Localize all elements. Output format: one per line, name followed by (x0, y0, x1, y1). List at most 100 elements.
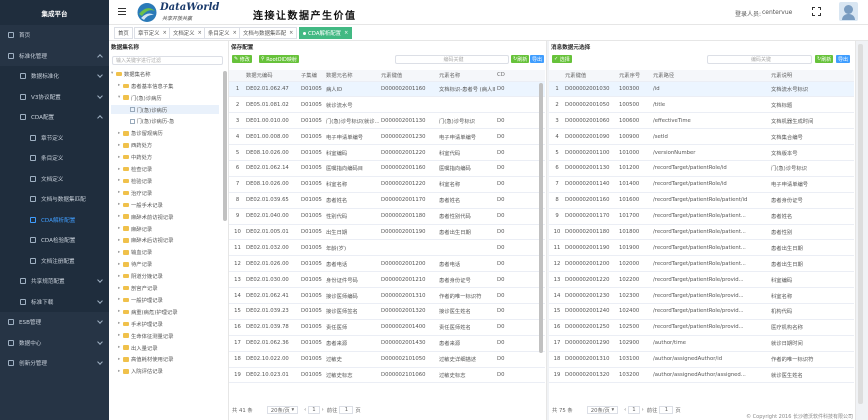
table-row[interactable]: 19 DE02.10.023.01 D01005 过敏史标志 D000002101060… (229, 367, 545, 384)
tree-node[interactable]: ▸ 入院评估记录 (111, 367, 163, 377)
table-row[interactable]: 7 DE08.10.026.00 D01005 科室名称 D000002001220 科室… (229, 176, 545, 193)
menu-toggle-icon[interactable] (118, 8, 126, 15)
table-row[interactable]: 15 DE02.01.039.23 D01005 接诊医师签名 D00000200132… (229, 303, 545, 320)
table-row[interactable]: 8 D000002001160 101600/recordTarget/patien… (549, 192, 854, 209)
edit-button[interactable]: ✎ 修改 (232, 55, 252, 63)
tree-node[interactable]: ▸ 检验记录 (111, 176, 152, 186)
table-row[interactable]: 11 DE02.01.032.00 D01005 年龄(岁) D0 (229, 239, 545, 257)
tree-node[interactable]: ▸ 治疗记录 (111, 188, 152, 198)
tree-node[interactable]: ▸ 高值耗材使用记录 (111, 355, 173, 365)
tree-node[interactable]: ▸ 一般手术记录 (111, 200, 163, 210)
table-row[interactable]: 13 DE02.01.030.00 D01005 身份证件号码 D00000200121… (229, 271, 545, 289)
column-header[interactable] (229, 70, 244, 82)
table-row[interactable]: 5 D000002001100 101000/versionNumber 文档版本号 (549, 144, 854, 161)
tree-node[interactable]: ▸ 阴道分娩记录 (111, 271, 163, 281)
tree-node[interactable]: ▸ 西药处方 (111, 140, 152, 150)
table-row[interactable]: 19 D000002001320 103200/author/assignedAut… (549, 367, 854, 384)
table-row[interactable]: 17 D000002001290 102900/author/time 就诊日期时间 (549, 335, 854, 352)
tree-node[interactable]: ▸ 急诊留观病历 (111, 129, 163, 139)
table-row[interactable]: 10 DE02.01.005.01 D01005 出生日期 D000002001190 患… (229, 224, 545, 241)
page-scrollbar[interactable] (858, 44, 863, 404)
table-row[interactable]: 6 D000002001130 101200/recordTarget/patien… (549, 160, 854, 177)
tab-1[interactable]: 章节定义 × (134, 27, 171, 39)
tab-5[interactable]: CDA解析配置 × (299, 27, 353, 39)
tree-node[interactable]: ▸ 麻醉术后访视记录 (111, 236, 173, 246)
table-row[interactable]: 14 DE02.01.062.41 D01005 接诊医师编码 D00000200131… (229, 287, 545, 304)
column-header[interactable]: 元素序号 (617, 70, 651, 82)
rootoid-mapping-button[interactable]: ⚲ RootOID映射 (259, 55, 299, 63)
column-header[interactable]: 数据元名称 (324, 70, 379, 82)
column-header[interactable]: 数据元编码 (244, 70, 299, 82)
table-row[interactable]: 4 D000002001090 100900/setId 文档集合编号 (549, 128, 854, 146)
tree-node[interactable]: ▸ 输血记录 (111, 248, 152, 258)
mid-page-current[interactable]: 1 (308, 406, 320, 414)
mid-page-size-select[interactable]: 20条/页 ▾ (266, 406, 299, 414)
table-row[interactable]: 18 DE02.10.022.00 D01005 过敏史 D000002101050 过敏… (229, 351, 545, 368)
column-header[interactable]: CD (495, 70, 545, 82)
table-row[interactable]: 17 DE02.01.062.36 D01005 患者来源 D000002001430 患… (229, 335, 545, 352)
select-button[interactable]: ✓ 选择 (552, 55, 572, 63)
close-icon[interactable]: × (344, 30, 348, 36)
tree-node[interactable]: ▸ 检查记录 (111, 164, 152, 174)
sidebar-item-4[interactable]: CDA配置 (0, 107, 109, 128)
table-row[interactable]: 12 D000002001200 102000/recordTarget/patie… (549, 255, 854, 273)
sidebar-item-16[interactable]: 创新分管理 (0, 353, 109, 374)
tree-node[interactable]: ▾ 数据集名称 (111, 69, 151, 79)
sidebar-item-9[interactable]: CDA解析配置 (0, 209, 109, 230)
column-header[interactable]: 元素名称 (437, 70, 495, 82)
tree-filter-input[interactable]: 输入关键字进行过滤 (112, 56, 223, 65)
column-header[interactable]: 元素键值 (563, 70, 617, 82)
tab-0[interactable]: 首页 (114, 27, 133, 39)
tree-node[interactable]: ▸ 生命体征测量记录 (111, 331, 173, 341)
right-export-button[interactable]: 导出 (836, 55, 851, 63)
tree-node[interactable]: ▸ 剖宫产记录 (111, 283, 158, 293)
tree-node[interactable]: 门(急)诊病历 (111, 104, 219, 115)
close-icon[interactable]: × (163, 30, 167, 36)
tree-node[interactable]: ▸ 麻醉术前访视记录 (111, 212, 173, 222)
column-header[interactable]: 元素键值 (379, 70, 437, 82)
mid-search-input[interactable]: 编码关键 (395, 55, 509, 64)
sidebar-item-0[interactable]: 首页 (0, 25, 109, 46)
avatar[interactable] (839, 2, 858, 21)
fullscreen-icon[interactable] (812, 7, 821, 16)
tab-2[interactable]: 文档定义 × (169, 27, 206, 39)
table-row[interactable]: 16 DE02.01.039.78 D01005 责任医师 D000002001400 责… (229, 319, 545, 336)
mid-goto-input[interactable]: 1 (339, 406, 354, 414)
table-row[interactable]: 15 D000002001240 102400/recordTarget/patie… (549, 303, 854, 320)
tree-node[interactable]: ▸ 麻醉记录 (111, 224, 152, 234)
table-row[interactable]: 9 DE02.01.040.00 D01005 性别代码 D000002001180 患者… (229, 208, 545, 225)
sidebar-item-3[interactable]: V3协议配置 (0, 86, 109, 107)
tree-node[interactable]: ▸ 出入量记录 (111, 343, 158, 353)
prev-page-icon[interactable]: ‹ (304, 407, 306, 413)
column-header[interactable] (549, 70, 563, 82)
table-row[interactable]: 16 D000002001250 102500/recordTarget/patie… (549, 319, 854, 336)
tree-scrollbar[interactable] (223, 71, 227, 221)
prev-page-icon-right[interactable]: ‹ (624, 407, 626, 413)
table-row[interactable]: 6 DE02.01.062.14 D01005 医嘱指向编码目 D00000200116… (229, 160, 545, 177)
table-row[interactable]: 3 DE01.00.010.00 D01005 门(急)诊号标识(就诊... D0000… (229, 112, 545, 130)
sidebar-item-10[interactable]: CDA检验配置 (0, 230, 109, 251)
mid-scrollbar[interactable] (539, 83, 543, 353)
table-row[interactable]: 13 D000002001220 102200/recordTarget/patie… (549, 271, 854, 289)
right-refresh-button[interactable]: ↻ 刷新 (815, 55, 834, 63)
sidebar-item-14[interactable]: ESB管理 (0, 312, 109, 333)
table-row[interactable]: 1 DE02.01.062.47 D01005 病人ID D000002001160 文档… (229, 81, 545, 98)
tree-node[interactable]: ▾ 门(急)诊病历 (111, 93, 162, 103)
table-row[interactable]: 8 DE02.01.039.65 D01005 患者姓名 D000002001170 患者… (229, 192, 545, 209)
sidebar-item-11[interactable]: 文档注册配置 (0, 250, 109, 271)
sidebar-item-5[interactable]: 章节定义 (0, 127, 109, 148)
table-row[interactable]: 14 D000002001230 102300/recordTarget/patie… (549, 287, 854, 304)
right-page-size-select[interactable]: 20条/页 ▾ (586, 406, 619, 414)
table-row[interactable]: 4 DE01.00.008.00 D01005 电子申请单编号 D00000200123… (229, 128, 545, 146)
table-row[interactable]: 11 D000002001190 101900/recordTarget/patie… (549, 239, 854, 257)
table-row[interactable]: 10 D000002001180 101800/recordTarget/patie… (549, 224, 854, 241)
table-row[interactable]: 2 D000002001050 100500/title 文档标题 (549, 96, 854, 114)
tree-node[interactable]: ▸ 手术护理记录 (111, 319, 163, 329)
tree-node[interactable]: ▸ 病重(病危)护理记录 (111, 307, 178, 317)
column-header[interactable]: 元素说明 (769, 70, 854, 82)
column-header[interactable]: 元素路径 (651, 70, 769, 82)
table-row[interactable]: 2 DE05.01.081.02 D01005 就诊流水号 (229, 96, 545, 114)
sidebar-item-6[interactable]: 条目定义 (0, 148, 109, 169)
sidebar-item-1[interactable]: 标准化管理 (0, 46, 109, 67)
table-row[interactable]: 18 D000002001310 103100/author/assignedAut… (549, 351, 854, 368)
